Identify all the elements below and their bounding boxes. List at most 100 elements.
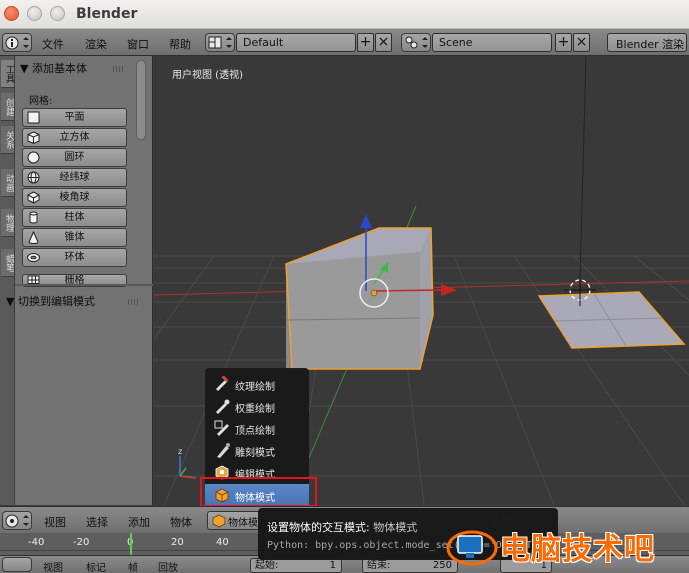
timeline-editor-type[interactable]	[2, 557, 32, 572]
tooltip-title-row: 设置物体的交互模式: 物体模式	[267, 519, 417, 535]
cube-icon	[27, 131, 40, 144]
sculpt-icon	[217, 443, 230, 458]
panel-add-primitive-title[interactable]: ▼ 添加基本体	[20, 60, 87, 76]
mode-item-texture-paint[interactable]: 纹理绘制	[205, 373, 309, 395]
add-uv-sphere-button[interactable]: 经纬球	[22, 168, 127, 187]
window-minimize-button[interactable]	[27, 6, 42, 21]
panel-toggle-edit-title[interactable]: ▼ 切换到编辑模式	[6, 293, 95, 309]
tab-relations[interactable]: 关系	[1, 126, 14, 154]
menu-window[interactable]: 窗口	[127, 36, 149, 52]
z-manipulator-arrow[interactable]	[360, 214, 372, 228]
mode-item-weight-paint[interactable]: 权重绘制	[205, 395, 309, 417]
watermark: 电脑技术吧	[446, 520, 689, 570]
end-frame-field[interactable]: 结束: 250	[362, 558, 458, 573]
remove-scene-button[interactable]: ×	[573, 33, 590, 52]
axis-gizmo: z	[178, 447, 197, 479]
tooltip-title: 设置物体的交互模式:	[267, 521, 370, 534]
timeline-menu-playback[interactable]: 回放	[158, 559, 178, 573]
screen-layout-icon	[208, 36, 232, 49]
add-cylinder-button[interactable]: 柱体	[22, 208, 127, 227]
timeline-menu-frame[interactable]: 帧	[128, 559, 138, 573]
interaction-mode-selector[interactable]: 物体模式	[207, 511, 265, 530]
add-scene-button[interactable]: +	[555, 33, 572, 52]
panel-grip[interactable]	[113, 66, 125, 72]
add-uv-sphere-label: 经纬球	[59, 172, 90, 183]
add-plane-label: 平面	[64, 112, 85, 123]
highlight-box	[200, 477, 317, 507]
menu-view[interactable]: 视图	[44, 514, 66, 530]
timeline-tick: 20	[171, 537, 184, 548]
menu-file[interactable]: 文件	[42, 36, 64, 52]
scene-selector[interactable]	[401, 33, 431, 52]
add-screen-button[interactable]: +	[357, 33, 374, 52]
svg-text:z: z	[178, 447, 182, 456]
view3d-editor-type[interactable]	[2, 511, 32, 530]
window-title: Blender	[76, 6, 138, 22]
add-cube-button[interactable]: 立方体	[22, 128, 127, 147]
menu-render[interactable]: 渲染	[85, 36, 107, 52]
mode-item-label: 权重绘制	[235, 404, 275, 415]
add-cone-label: 锥体	[64, 232, 85, 243]
object-origin	[370, 289, 378, 297]
window-titlebar: Blender	[0, 0, 689, 29]
x-manipulator-arrow[interactable]	[441, 284, 457, 296]
add-ico-sphere-button[interactable]: 棱角球	[22, 188, 127, 207]
uv-sphere-icon	[27, 171, 40, 184]
add-circle-label: 圆环	[64, 152, 85, 163]
timeline-tick: -20	[73, 537, 90, 548]
add-torus-button[interactable]: 环体	[22, 248, 127, 267]
plane-icon	[27, 111, 40, 124]
timeline-menu-view[interactable]: 视图	[43, 559, 63, 573]
weight-paint-icon	[216, 399, 230, 414]
tab-grease-pencil[interactable]: 蜡笔	[1, 249, 14, 277]
editor-type-button[interactable]	[2, 33, 32, 52]
mode-item-label: 纹理绘制	[235, 382, 275, 393]
add-cone-button[interactable]: 锥体	[22, 228, 127, 247]
scene-icon	[405, 36, 428, 49]
info-header: 文件 渲染 窗口 帮助 Default + × Scene + × Blende…	[0, 29, 689, 56]
tool-shelf-tabs: 工具 创建 关系 动画 物理 蜡笔	[0, 56, 15, 505]
menu-help[interactable]: 帮助	[169, 36, 191, 52]
tab-create[interactable]: 创建	[1, 93, 14, 121]
cone-icon	[28, 231, 39, 244]
panel-grip-2[interactable]	[128, 299, 140, 305]
current-frame-marker[interactable]	[130, 533, 132, 555]
end-frame-label: 结束:	[367, 560, 391, 571]
tab-physics[interactable]: 物理	[1, 209, 14, 237]
blender-window: Blender 文件 渲染 窗口 帮助 Default + × Scene + …	[0, 0, 689, 573]
monitor-logo-icon	[446, 530, 498, 566]
tab-tools[interactable]: 工具	[1, 60, 14, 88]
add-circle-button[interactable]: 圆环	[22, 148, 127, 167]
timeline-menu-marker[interactable]: 标记	[86, 559, 106, 573]
scene-name[interactable]: Scene	[432, 33, 552, 52]
cylinder-icon	[29, 211, 38, 224]
mode-item-vertex-paint[interactable]: 顶点绘制	[205, 417, 309, 439]
window-maximize-button[interactable]	[50, 6, 65, 21]
mode-item-sculpt[interactable]: 雕刻模式	[205, 439, 309, 461]
watermark-text: 电脑技术吧	[500, 532, 655, 567]
add-cube-label: 立方体	[59, 132, 90, 143]
screen-layout-selector[interactable]	[205, 33, 235, 52]
tab-animation[interactable]: 动画	[1, 169, 14, 197]
tool-shelf: 工具 创建 关系 动画 物理 蜡笔 ▼ 添加基本体 网格: 平面 立方体 圆环 …	[0, 56, 153, 505]
x-manipulator[interactable]	[375, 289, 442, 292]
viewport-label: 用户视图 (透视)	[172, 70, 243, 81]
start-frame-label: 起始:	[255, 560, 279, 571]
lamp-line	[579, 56, 587, 281]
add-torus-label: 环体	[64, 252, 85, 263]
torus-icon	[27, 253, 40, 262]
add-plane-button[interactable]: 平面	[22, 108, 127, 127]
screen-layout-name[interactable]: Default	[236, 33, 356, 52]
start-frame-field[interactable]: 起始: 1	[250, 558, 342, 573]
remove-screen-button[interactable]: ×	[375, 33, 392, 52]
plane-object[interactable]	[537, 291, 686, 349]
menu-select[interactable]: 选择	[86, 514, 108, 530]
window-close-button[interactable]	[4, 6, 19, 21]
tool-shelf-scrollbar[interactable]	[136, 60, 146, 140]
cube-object[interactable]	[285, 227, 434, 370]
render-engine-selector[interactable]: Blender 渲染	[607, 33, 687, 52]
view3d-icon	[5, 514, 29, 528]
menu-object[interactable]: 物体	[170, 514, 192, 530]
mode-item-label: 雕刻模式	[235, 448, 275, 459]
menu-add[interactable]: 添加	[128, 514, 150, 530]
